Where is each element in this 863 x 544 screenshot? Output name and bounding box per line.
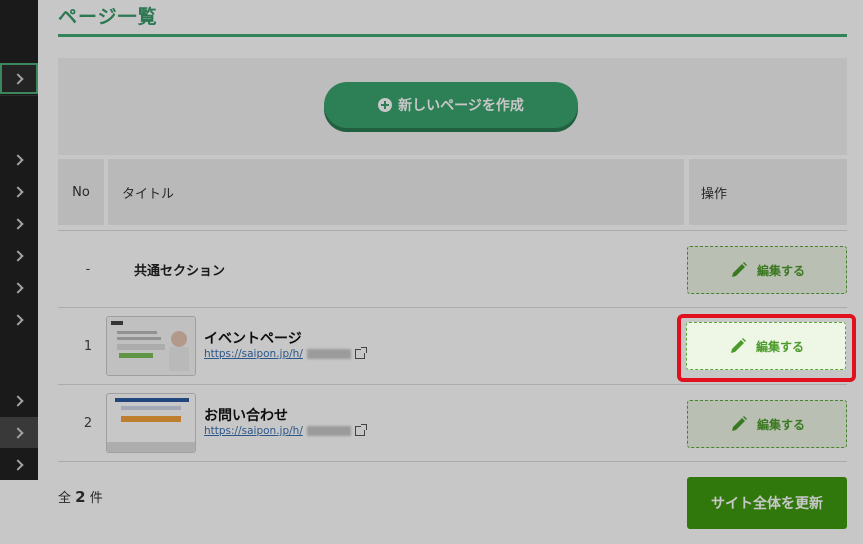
- page-thumbnail[interactable]: [106, 393, 196, 453]
- sidebar: [0, 0, 38, 480]
- sidebar-item[interactable]: [0, 304, 38, 335]
- external-link-icon[interactable]: [354, 424, 367, 436]
- highlight-frame: [677, 314, 856, 382]
- page-url-text[interactable]: https://saipon.jp/h/: [204, 425, 303, 437]
- main-content: ページ一覧 新しいページを作成 No タイトル 操作 - 共通セクション 編集す…: [38, 0, 863, 544]
- chevron-right-icon: [11, 249, 24, 262]
- create-area: 新しいページを作成: [58, 58, 847, 155]
- table-row: 2 お問い合わせ https://saipon.jp/h/ 編集する: [58, 384, 847, 461]
- edit-button[interactable]: 編集する: [687, 400, 847, 448]
- pencil-icon: [731, 416, 747, 431]
- sidebar-item[interactable]: [0, 417, 38, 448]
- create-page-button[interactable]: 新しいページを作成: [324, 82, 578, 128]
- row-no: -: [85, 262, 91, 277]
- thumbnail-image: [107, 317, 195, 375]
- sidebar-divider: [0, 95, 38, 96]
- sidebar-item-pages[interactable]: [0, 63, 38, 94]
- chevron-right-icon: [11, 426, 24, 439]
- row-title: 共通セクション: [134, 264, 226, 279]
- chevron-right-icon: [11, 217, 24, 230]
- total-count: 全 2 件: [58, 487, 103, 506]
- page-thumbnail[interactable]: [106, 316, 196, 376]
- sidebar-item[interactable]: [0, 208, 38, 239]
- redacted-slug: [306, 426, 351, 436]
- title-divider: [58, 34, 847, 37]
- sidebar-item[interactable]: [0, 144, 38, 175]
- chevron-right-icon: [11, 185, 24, 198]
- sidebar-item[interactable]: [0, 240, 38, 271]
- table-row: - 共通セクション 編集する: [58, 230, 847, 307]
- chevron-right-icon: [11, 153, 24, 166]
- chevron-right-icon: [11, 72, 24, 85]
- sidebar-item[interactable]: [0, 449, 38, 480]
- chevron-right-icon: [11, 394, 24, 407]
- chevron-right-icon: [11, 313, 24, 326]
- page-name[interactable]: イベントページ: [204, 328, 302, 348]
- sidebar-item[interactable]: [0, 176, 38, 207]
- pencil-icon: [731, 262, 747, 277]
- header-operation: 操作: [689, 159, 847, 225]
- redacted-slug: [306, 349, 351, 359]
- sidebar-item[interactable]: [0, 272, 38, 303]
- header-title: タイトル: [108, 159, 684, 225]
- chevron-right-icon: [11, 281, 24, 294]
- edit-label: 編集する: [756, 417, 805, 432]
- page-name[interactable]: お問い合わせ: [204, 405, 288, 425]
- sidebar-item[interactable]: [0, 385, 38, 416]
- table-header: No タイトル 操作: [58, 155, 847, 229]
- update-site-button[interactable]: サイト全体を更新: [687, 477, 847, 529]
- page-url[interactable]: https://saipon.jp/h/: [204, 424, 367, 437]
- external-link-icon[interactable]: [354, 347, 367, 359]
- plus-circle-icon: [378, 98, 393, 112]
- create-page-label: 新しいページを作成: [398, 98, 524, 114]
- page-title: ページ一覧: [58, 6, 158, 28]
- header-no: No: [58, 159, 104, 225]
- total-suffix: 件: [89, 491, 103, 506]
- total-prefix: 全: [58, 491, 72, 506]
- page-url-text[interactable]: https://saipon.jp/h/: [204, 348, 303, 360]
- table-bottom-rule: [58, 461, 847, 462]
- thumbnail-image: [107, 394, 195, 452]
- page-url[interactable]: https://saipon.jp/h/: [204, 347, 367, 360]
- edit-button[interactable]: 編集する: [687, 246, 847, 294]
- chevron-right-icon: [11, 458, 24, 471]
- total-number: 2: [75, 488, 86, 506]
- edit-label: 編集する: [756, 263, 805, 278]
